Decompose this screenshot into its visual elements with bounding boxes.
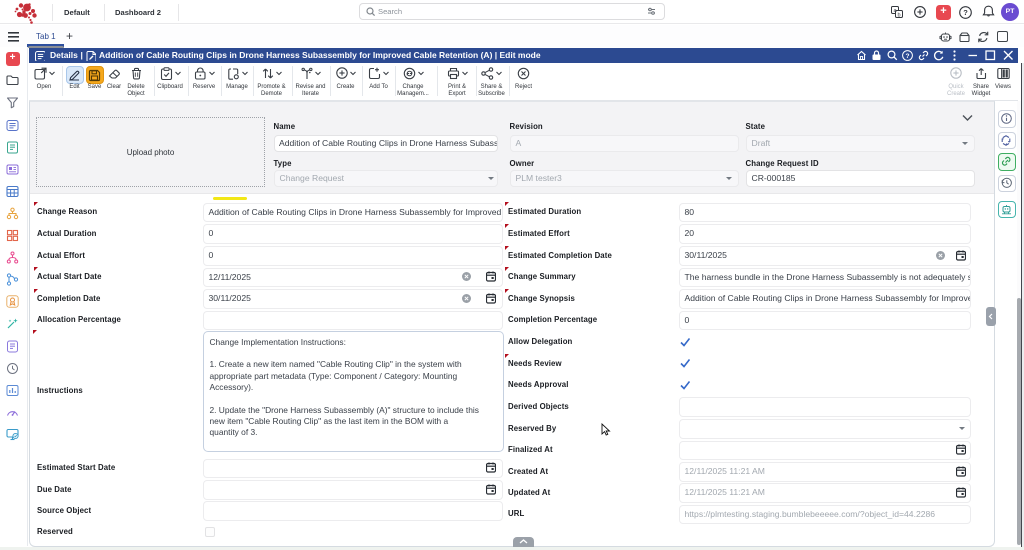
- svg-text:b: b: [897, 12, 900, 18]
- svg-text:?: ?: [905, 53, 909, 60]
- svg-text:?: ?: [963, 8, 968, 17]
